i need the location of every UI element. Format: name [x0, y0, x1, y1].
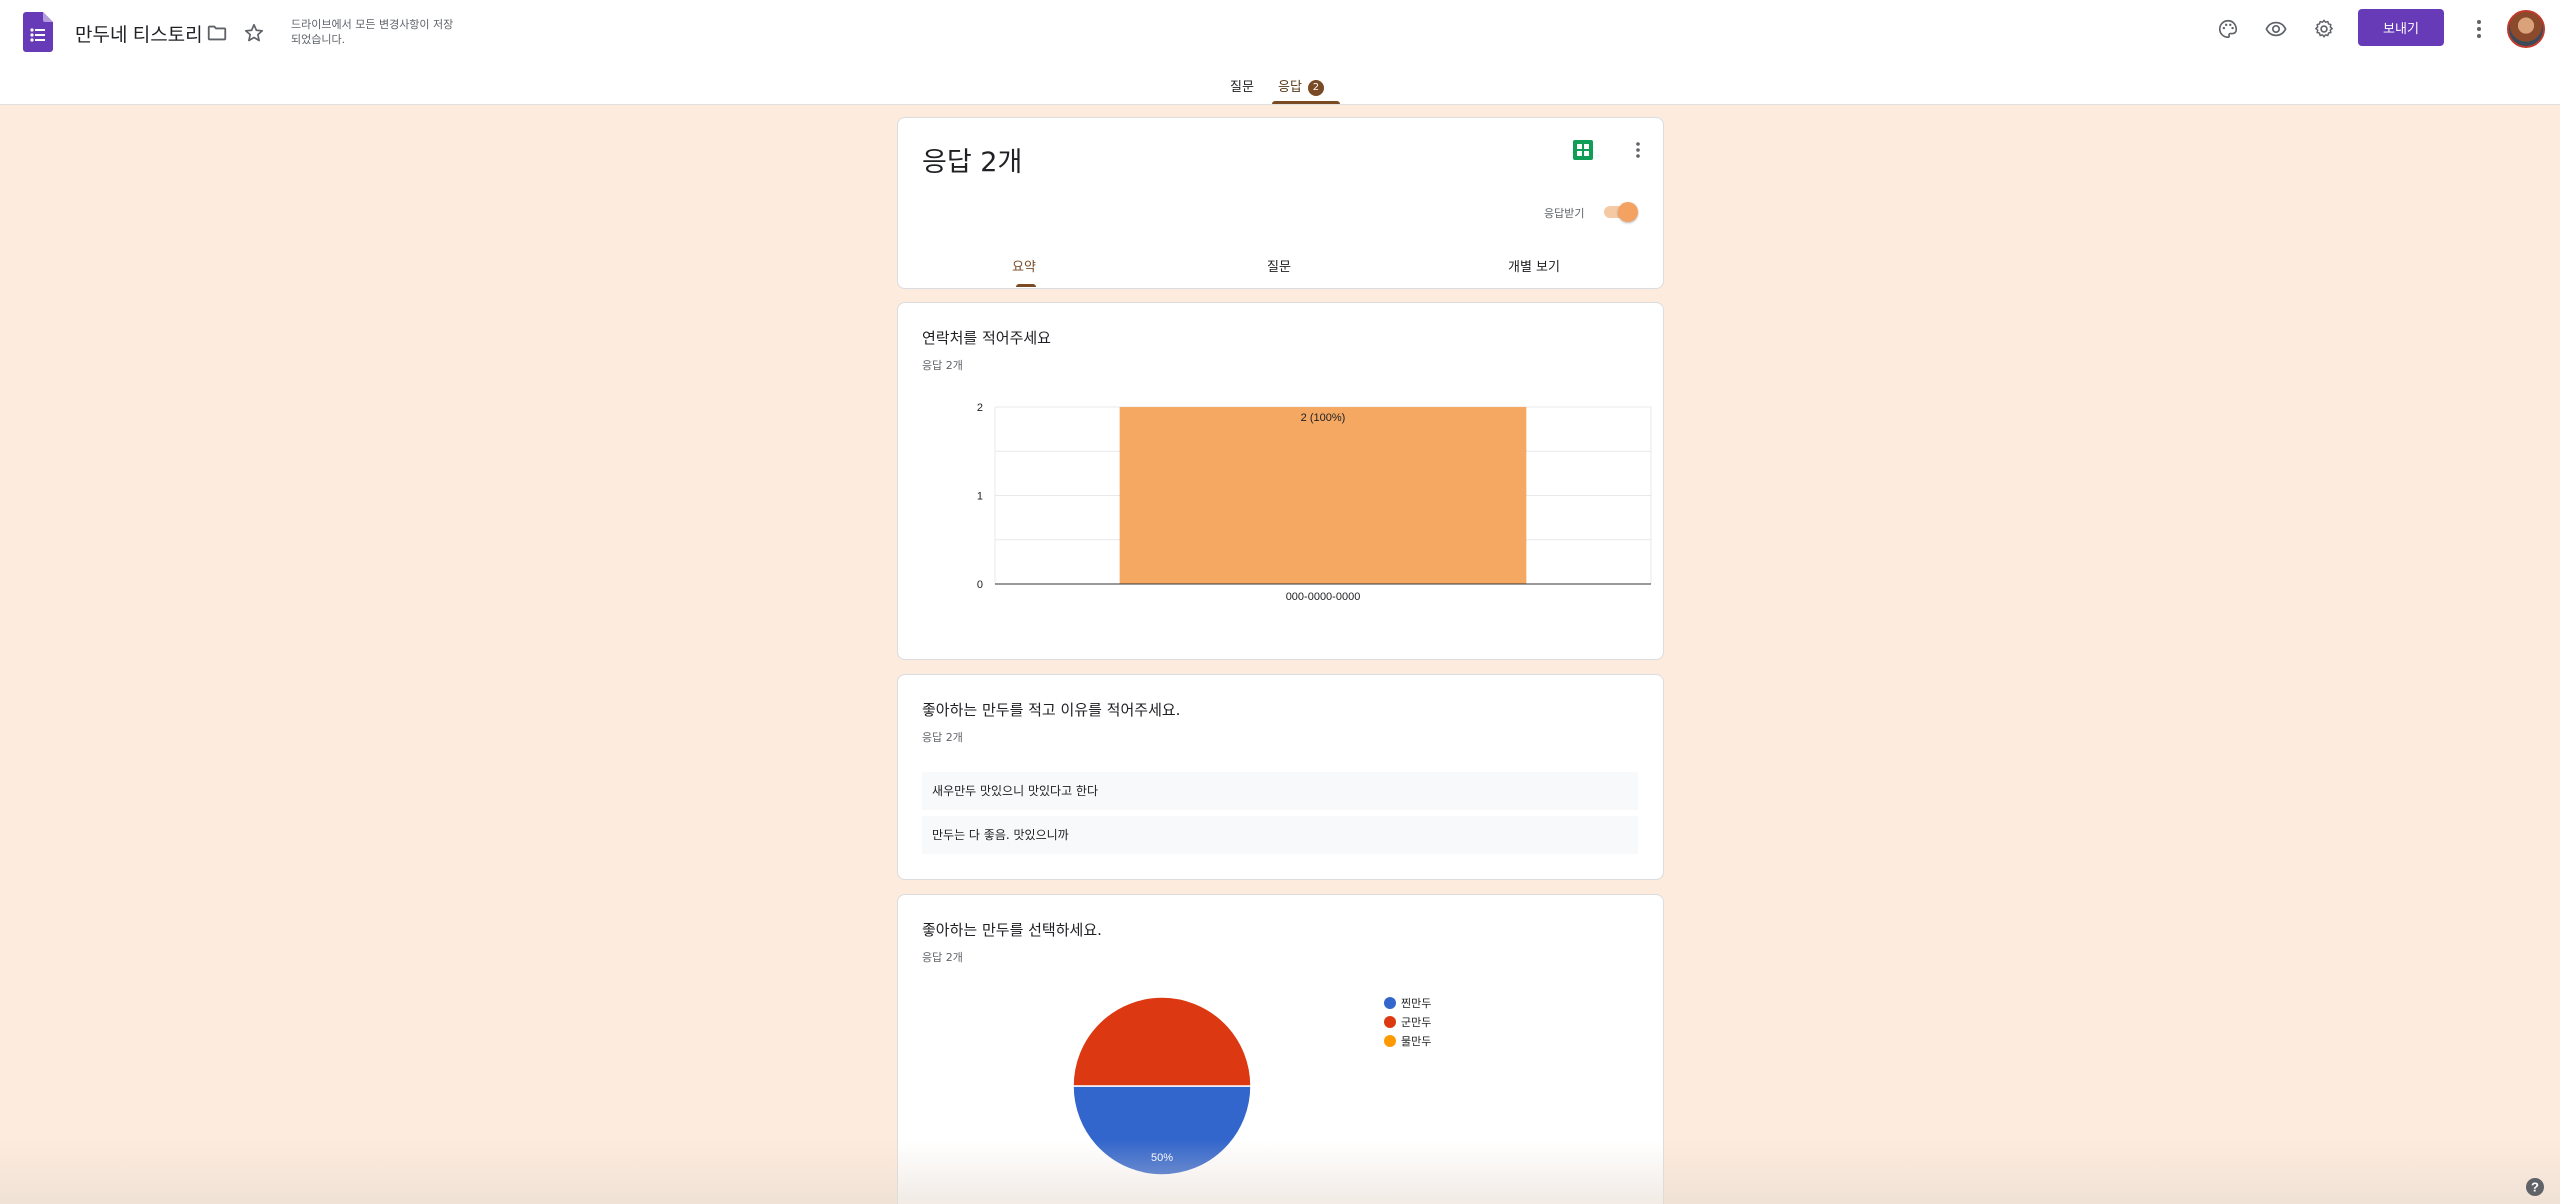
svg-text:?: ?: [2531, 1180, 2539, 1195]
y-tick-label: 1: [977, 491, 983, 503]
answer-item: 만두는 다 좋음. 맛있으니까: [922, 816, 1638, 854]
star-icon[interactable]: [240, 19, 268, 47]
send-button[interactable]: 보내기: [2358, 9, 2444, 46]
legend-swatch: [1384, 1016, 1396, 1028]
y-tick-label: 0: [977, 579, 983, 591]
bar: [1119, 407, 1527, 584]
responses-count-title: 응답 2개: [922, 147, 1023, 178]
document-title[interactable]: 만두네 티스토리: [75, 20, 203, 47]
tab-questions[interactable]: 질문: [1230, 76, 1254, 105]
y-tick-label: 2: [977, 402, 983, 414]
x-tick-label: 000-0000-0000: [1286, 591, 1361, 603]
answer-item: 새우만두 맛있으니 맛있다고 한다: [922, 772, 1638, 810]
question-card-contact: 연락처를 적어주세요 응답 2개 0122 (100%) 000-0000-000…: [897, 302, 1664, 660]
tab-summary[interactable]: 요약: [1012, 256, 1036, 275]
pie-chart: 50%50%찐만두군만두물만두: [1072, 996, 1431, 1176]
legend-label: 찐만두: [1401, 997, 1431, 1010]
more-vert-icon[interactable]: [1626, 138, 1650, 162]
main-tabs: 질문 응답 2: [0, 73, 2560, 105]
tab-responses-label: 응답: [1278, 80, 1302, 95]
sheets-icon[interactable]: [1571, 138, 1595, 162]
tab-individual[interactable]: 개별 보기: [1508, 256, 1560, 275]
toggle-thumb: [1618, 202, 1638, 222]
legend-swatch: [1384, 997, 1396, 1009]
more-vert-icon[interactable]: [2464, 14, 2494, 44]
response-count: 응답 2개: [922, 731, 963, 744]
eye-icon[interactable]: [2260, 14, 2292, 44]
legend-swatch: [1384, 1035, 1396, 1047]
help-icon[interactable]: ?: [2524, 1176, 2546, 1198]
folder-icon[interactable]: [204, 20, 230, 46]
legend-label: 물만두: [1401, 1035, 1431, 1048]
legend-label: 군만두: [1401, 1016, 1431, 1029]
pie-slice-label: 50%: [1151, 1152, 1173, 1164]
tab-question[interactable]: 질문: [1267, 256, 1291, 275]
response-count-badge: 2: [1307, 80, 1324, 96]
bar-data-label: 2 (100%): [1301, 412, 1346, 424]
app-header: 만두네 티스토리 드라이브에서 모든 변경사항이 저장되었습니다. 보내기 질문…: [0, 0, 2560, 105]
active-subtab-indicator: [1016, 284, 1036, 287]
save-status-text: 드라이브에서 모든 변경사항이 저장되었습니다.: [291, 18, 454, 46]
forms-logo-icon[interactable]: [23, 12, 53, 52]
bar-chart: 0 1 2 2 (100%) 000-0000-0000: [977, 402, 1652, 603]
pie-slice: [1072, 996, 1252, 1087]
accepting-responses-toggle[interactable]: [1602, 202, 1638, 222]
active-tab-indicator: [1272, 101, 1340, 104]
palette-icon[interactable]: [2213, 14, 2243, 44]
question-card-favorite-reason: 좋아하는 만두를 적고 이유를 적어주세요. 응답 2개 새우만두 맛있으니 맛…: [897, 674, 1664, 880]
question-title: 좋아하는 만두를 적고 이유를 적어주세요.: [922, 701, 1181, 719]
question-card-favorite-choice: 좋아하는 만두를 선택하세요. 응답 2개 50%50%찐만두군만두물만두: [897, 894, 1664, 1204]
gear-icon[interactable]: [2309, 14, 2339, 44]
responses-summary-card: 응답 2개 응답받기 요약 질문 개별 보기: [897, 117, 1664, 289]
accepting-responses-label: 응답받기: [1544, 207, 1585, 220]
avatar[interactable]: [2507, 10, 2545, 48]
